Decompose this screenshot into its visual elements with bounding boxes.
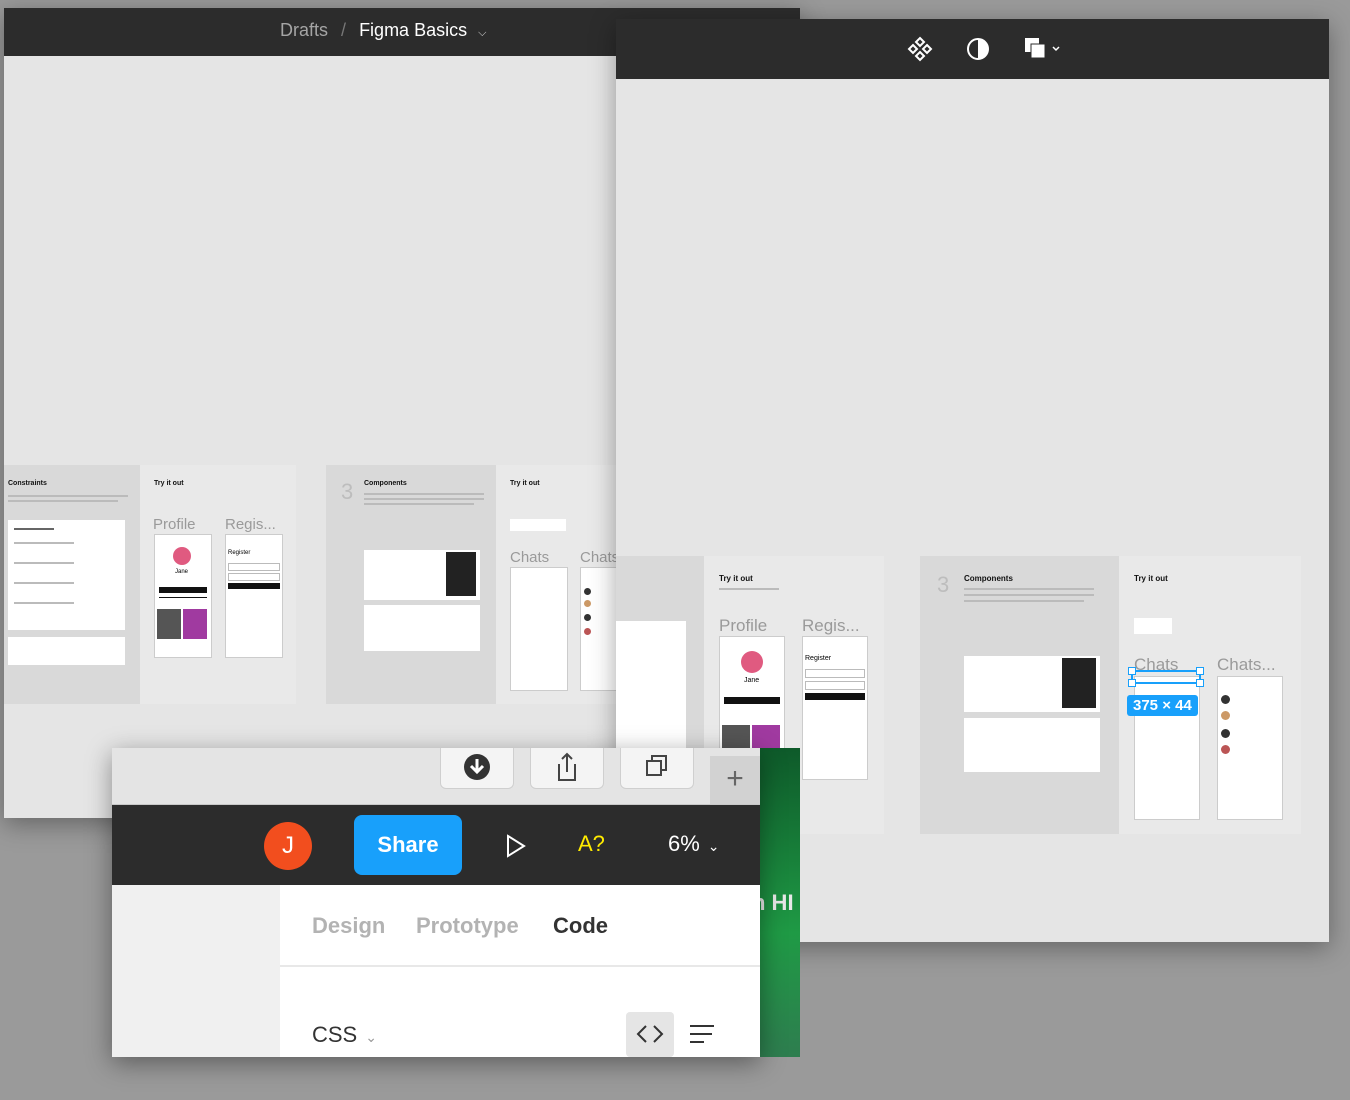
download-button[interactable] — [440, 748, 514, 789]
constraints-card — [8, 520, 125, 630]
accessibility-check-button[interactable]: A? — [578, 831, 605, 857]
tab-prototype[interactable]: Prototype — [416, 913, 519, 939]
chevron-down-icon[interactable]: ⌵ — [478, 27, 486, 39]
tab-code[interactable]: Code — [553, 913, 608, 939]
tab-design[interactable]: Design — [312, 913, 385, 939]
new-tab-button[interactable]: + — [710, 756, 760, 804]
chats-frame-2[interactable] — [1217, 676, 1283, 820]
component-sample — [1134, 618, 1172, 634]
selection-size-badge: 375 × 44 — [1127, 695, 1198, 716]
present-play-icon[interactable] — [504, 833, 528, 859]
user-avatar[interactable]: J — [264, 822, 312, 870]
chevron-down-icon: ⌄ — [365, 1029, 377, 1045]
register-frame[interactable]: Register — [225, 534, 283, 658]
chats-frame-1[interactable] — [510, 567, 568, 691]
constraints-card-2 — [8, 637, 125, 665]
contrast-icon[interactable] — [964, 35, 992, 63]
component-icon[interactable] — [906, 35, 934, 63]
register-frame-label[interactable]: Regis... — [225, 516, 276, 533]
constraints-artboard[interactable]: Constraints Try it out Profile Regis... … — [4, 465, 296, 704]
profile-frame-label[interactable]: Profile — [153, 516, 196, 533]
chevron-down-icon: ⌄ — [707, 838, 720, 854]
constraints-title: Constraints — [8, 480, 47, 487]
share-sheet-button[interactable] — [530, 748, 604, 789]
breadcrumb-drafts[interactable]: Drafts — [280, 20, 328, 40]
try-it-out-title: Try it out — [154, 480, 184, 487]
try-it-out-title: Try it out — [719, 574, 753, 583]
share-sheet-icon — [558, 752, 576, 781]
chats-frame-label-1[interactable]: Chats — [510, 549, 549, 566]
register-frame-label[interactable]: Regis... — [802, 616, 860, 636]
creating-components-card — [364, 550, 480, 600]
register-frame[interactable]: Register — [802, 636, 868, 780]
chats-frame-label-2[interactable]: Chats — [580, 549, 619, 566]
zoom-dropdown[interactable]: 6% ⌄ — [668, 831, 720, 857]
inspector-tabs: Design Prototype Code — [280, 885, 760, 967]
asset-panel-card — [364, 605, 480, 651]
chats-frame-label-2[interactable]: Chats... — [1217, 655, 1276, 675]
code-language: CSS — [312, 1022, 358, 1047]
text-lines-icon — [690, 1025, 714, 1043]
try-it-out-title-2: Try it out — [1134, 574, 1168, 583]
profile-frame[interactable]: Jane — [154, 534, 212, 658]
breadcrumb-separator: / — [341, 20, 347, 40]
boolean-icon[interactable] — [1022, 35, 1062, 63]
background-window-strip: h HI — [752, 748, 800, 1057]
creating-components-card — [964, 656, 1100, 712]
share-button[interactable]: Share — [354, 815, 462, 875]
component-sample — [510, 519, 566, 531]
duplicate-window-button[interactable] — [620, 748, 694, 789]
figma-toolbar: J Share A? 6% ⌄ — [112, 805, 760, 885]
section-number: 3 — [937, 572, 950, 597]
duplicate-icon — [646, 755, 667, 776]
zoom-level: 6% — [668, 831, 700, 856]
components-title: Components — [364, 480, 407, 487]
toolbar — [616, 19, 1329, 79]
figma-app-window: + J Share A? 6% ⌄ Design Prototype Code C… — [112, 748, 760, 1057]
download-icon — [464, 754, 490, 780]
try-it-out-title-2: Try it out — [510, 480, 540, 487]
layers-panel — [112, 885, 280, 1057]
code-language-dropdown[interactable]: CSS ⌄ — [312, 1022, 377, 1048]
components-artboard[interactable]: 3 Components Try it out Chats Chats... 3… — [920, 556, 1301, 834]
format-button[interactable] — [678, 1012, 726, 1057]
code-view-button[interactable] — [626, 1012, 674, 1057]
section-number: 3 — [341, 479, 354, 504]
profile-frame-label[interactable]: Profile — [719, 616, 767, 636]
breadcrumb: Drafts / Figma Basics ⌵ — [280, 20, 486, 41]
code-brackets-icon — [636, 1025, 664, 1043]
system-toolbar: + — [112, 748, 760, 805]
breadcrumb-file-name[interactable]: Figma Basics — [359, 20, 467, 40]
components-title: Components — [964, 574, 1013, 583]
selection-box[interactable] — [1128, 667, 1204, 687]
asset-panel-card — [964, 718, 1100, 772]
